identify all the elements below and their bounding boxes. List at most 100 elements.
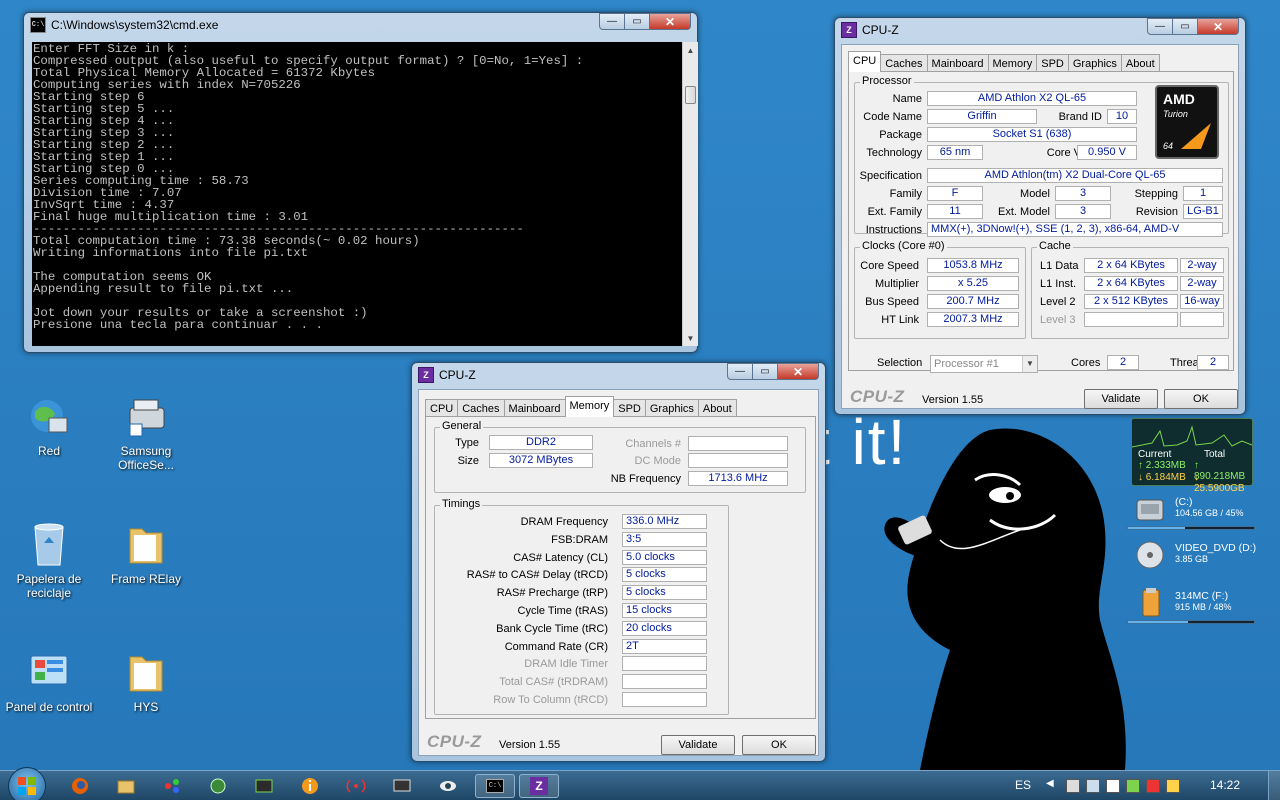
validate-button[interactable]: Validate: [1084, 389, 1158, 409]
l1data-value: 2 x 64 KBytes: [1084, 258, 1178, 273]
network-meter-gadget[interactable]: Current Total ↑ 2.333MB ↑ 890.218MB ↓ 6.…: [1131, 418, 1253, 494]
volume-muted-icon[interactable]: [1146, 779, 1160, 793]
stepping-value: 1: [1183, 186, 1223, 201]
eye-icon[interactable]: [430, 774, 466, 798]
desktop-icon-control-panel[interactable]: Panel de control: [1, 648, 97, 714]
tab-about[interactable]: About: [1120, 54, 1160, 72]
dcmode-value: [688, 453, 788, 468]
chevron-down-icon: ▼: [1022, 356, 1037, 372]
clocks-group-label: Clocks (Core #0): [860, 240, 947, 252]
taskbar-cpuz-button[interactable]: Z: [519, 774, 559, 798]
drive-f[interactable]: 314MC (F:) 915 MB / 48%: [1127, 586, 1257, 630]
type-value: DDR2: [489, 435, 593, 450]
ok-button[interactable]: OK: [1164, 389, 1238, 409]
tray-chevron-icon[interactable]: ◀: [1046, 778, 1054, 789]
explorer-icon[interactable]: [108, 774, 144, 798]
clocks-group: Clocks (Core #0) Core Speed 1053.8 MHz M…: [854, 240, 1026, 339]
selection-dropdown[interactable]: Processor #1 ▼: [930, 355, 1038, 373]
language-indicator[interactable]: ES: [1015, 778, 1031, 792]
desktop-icon-frame-relay[interactable]: Frame RElay: [98, 520, 194, 586]
tab-graphics[interactable]: Graphics: [644, 399, 699, 417]
tab-cpu[interactable]: CPU: [848, 51, 882, 72]
clock[interactable]: 14:22: [1210, 778, 1240, 792]
timing-label: CAS# Latency (CL): [513, 551, 608, 564]
maximize-button[interactable]: ▭: [1172, 18, 1198, 35]
tv-icon[interactable]: [384, 774, 420, 798]
selection-value: Processor #1: [934, 358, 999, 370]
taskbar-cmd-button[interactable]: C:\: [475, 774, 515, 798]
desktop-icon-hys[interactable]: HYS: [98, 648, 194, 714]
tab-cpu[interactable]: CPU: [425, 399, 459, 417]
cpuz-memory-window[interactable]: Z CPU-Z — ▭ ✕ CPU Caches Mainboard Memor…: [411, 362, 826, 762]
signal-strength-icon[interactable]: [1166, 779, 1180, 793]
network-status-icon[interactable]: [1126, 779, 1140, 793]
minimize-button[interactable]: —: [727, 363, 753, 380]
cmd-titlebar[interactable]: C:\ C:\Windows\system32\cmd.exe: [24, 13, 697, 37]
desktop-icon-recycle-bin[interactable]: Papelera de reciclaje: [1, 520, 97, 600]
validate-button[interactable]: Validate: [661, 735, 735, 755]
tab-caches[interactable]: Caches: [880, 54, 928, 72]
minimize-button[interactable]: —: [1147, 18, 1173, 35]
revision-label: Revision: [1135, 206, 1178, 218]
gpu-z-icon[interactable]: [246, 774, 282, 798]
tab-memory[interactable]: Memory: [564, 396, 615, 417]
net-total-down: ↓ 25.5900GB: [1194, 472, 1245, 494]
scroll-down-arrow-icon[interactable]: ▼: [683, 330, 698, 346]
close-button[interactable]: ✕: [777, 363, 819, 380]
drive-c[interactable]: (C:) 104.56 GB / 45%: [1127, 492, 1257, 536]
extmodel-label: Ext. Model: [998, 206, 1050, 218]
l3-value: [1084, 312, 1178, 327]
info-icon[interactable]: [292, 774, 328, 798]
timing-label: Row To Column (tRCD): [493, 694, 608, 706]
ok-button[interactable]: OK: [742, 735, 816, 755]
console-scrollbar[interactable]: ▲ ▼: [682, 42, 698, 346]
tab-caches[interactable]: Caches: [457, 399, 505, 417]
windows-logo-icon: [18, 777, 36, 795]
name-label: Name: [892, 93, 922, 105]
antenna-icon[interactable]: [338, 774, 374, 798]
desktop-icon-red[interactable]: Red: [1, 392, 97, 458]
cmd-icon: C:\: [486, 779, 504, 793]
scroll-thumb[interactable]: [685, 86, 696, 104]
htlink-label: HT Link: [881, 314, 919, 326]
tab-graphics[interactable]: Graphics: [1067, 54, 1122, 72]
network-app-icon[interactable]: [154, 774, 190, 798]
l2-label: Level 2: [1040, 296, 1076, 308]
desktop-icon-samsung[interactable]: Samsung OfficeSe...: [98, 392, 194, 472]
show-desktop-button[interactable]: [1268, 771, 1280, 800]
control-panel-icon: [25, 648, 73, 696]
minimize-button[interactable]: —: [599, 13, 625, 30]
cpuz-cpu-window[interactable]: Z CPU-Z — ▭ ✕ CPU Caches Mainboard Memor…: [834, 17, 1246, 415]
general-group-label: General: [440, 420, 484, 432]
drive-d[interactable]: VIDEO_DVD (D:) 3.85 GB: [1127, 538, 1257, 582]
maximize-button[interactable]: ▭: [624, 13, 650, 30]
action-center-flag-icon[interactable]: [1106, 779, 1120, 793]
tab-memory[interactable]: Memory: [987, 54, 1038, 72]
close-button[interactable]: ✕: [1197, 18, 1239, 35]
cpuz-logo: CPU-Z: [850, 387, 905, 406]
gpu-tool-icon[interactable]: [200, 774, 236, 798]
maximize-button[interactable]: ▭: [752, 363, 778, 380]
cores-value: 2: [1107, 355, 1139, 370]
tab-mainboard[interactable]: Mainboard: [503, 399, 566, 417]
tab-mainboard[interactable]: Mainboard: [926, 54, 989, 72]
cache-group-label: Cache: [1037, 240, 1073, 252]
size-label: Size: [457, 455, 479, 467]
timing-label: RAS# to CAS# Delay (tRCD): [466, 569, 608, 582]
cmd-window[interactable]: C:\ C:\Windows\system32\cmd.exe — ▭ ✕ En…: [23, 12, 698, 353]
console-output[interactable]: Enter FFT Size in k : Compressed output (…: [32, 42, 682, 346]
audio-device-icon[interactable]: [1066, 779, 1080, 793]
l1inst-label: L1 Inst.: [1040, 278, 1077, 290]
close-button[interactable]: ✕: [649, 13, 691, 30]
tab-spd[interactable]: SPD: [613, 399, 646, 417]
firefox-icon[interactable]: [62, 774, 98, 798]
copy-icon[interactable]: [1086, 779, 1100, 793]
threads-value: 2: [1197, 355, 1229, 370]
scroll-up-arrow-icon[interactable]: ▲: [683, 42, 698, 58]
cmd-window-controls: — ▭ ✕: [599, 13, 691, 30]
tab-spd[interactable]: SPD: [1036, 54, 1069, 72]
tab-about[interactable]: About: [697, 399, 737, 417]
amd-logo-sub: Turion: [1163, 109, 1188, 119]
start-orb[interactable]: [8, 767, 46, 800]
version-label: Version 1.55: [499, 739, 561, 751]
